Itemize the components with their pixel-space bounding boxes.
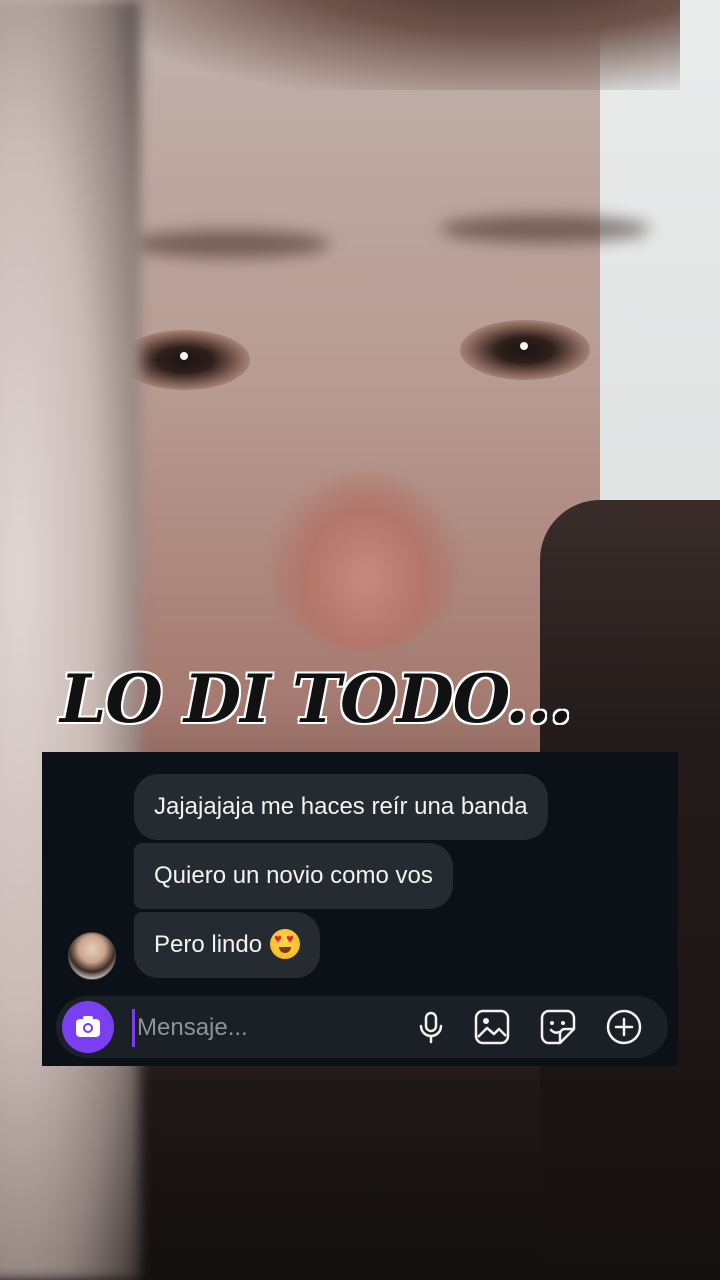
- microphone-icon: [419, 1011, 443, 1044]
- chat-screenshot: Jajajajaja me haces reír una banda Quier…: [42, 752, 678, 1066]
- message-bubble: Quiero un novio como vos: [134, 843, 453, 909]
- gallery-button[interactable]: [472, 1007, 512, 1047]
- background-nose: [270, 470, 460, 650]
- message-bubble: Pero lindo: [134, 912, 321, 978]
- message-text: Jajajajaja me haces reír una banda: [154, 793, 528, 820]
- gallery-icon: [474, 1009, 510, 1045]
- plus-icon: [606, 1009, 642, 1045]
- camera-button[interactable]: [62, 1001, 114, 1053]
- video-caption: LO DI TODO...: [58, 659, 573, 740]
- sender-avatar[interactable]: [68, 932, 116, 980]
- background-brow-right: [440, 215, 650, 243]
- message-text: Quiero un novio como vos: [154, 862, 433, 889]
- background-photo: [0, 0, 720, 1280]
- background-hair: [100, 0, 680, 90]
- message-composer: [56, 996, 668, 1058]
- sticker-button[interactable]: [538, 1007, 578, 1047]
- background-eye-right: [460, 320, 590, 380]
- background-pillow: [0, 0, 140, 1280]
- camera-icon: [76, 1016, 100, 1037]
- heart-eyes-emoji-icon: [270, 928, 301, 959]
- message-input[interactable]: [132, 1009, 399, 1047]
- message-bubble: Jajajajaja me haces reír una banda: [134, 774, 548, 840]
- more-button[interactable]: [604, 1007, 644, 1047]
- message-text: Pero lindo: [154, 931, 263, 958]
- microphone-button[interactable]: [411, 1007, 451, 1047]
- sticker-icon: [540, 1009, 576, 1045]
- background-brow-left: [130, 230, 330, 258]
